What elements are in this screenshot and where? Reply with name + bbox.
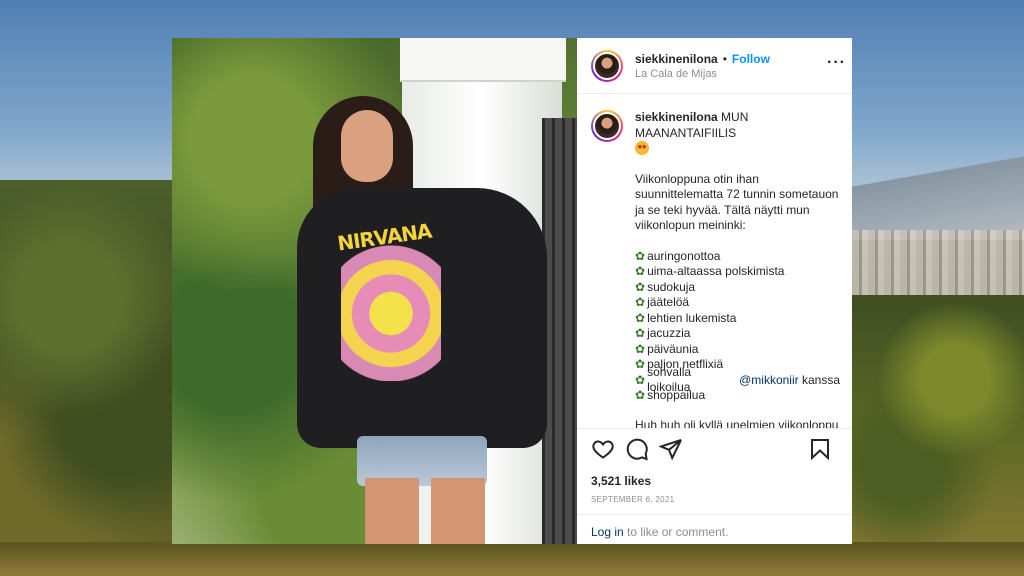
caption-title-line: siekkinenilona MUN MAANANTAIFIILIS	[635, 110, 840, 158]
caption-avatar[interactable]	[591, 110, 623, 142]
list-item: ✿ sohvalla loikoilua @mikkoniir kanssa	[635, 365, 840, 395]
caption-area: siekkinenilona MUN MAANANTAIFIILIS Viiko…	[577, 94, 852, 428]
flower-icon: ✿	[635, 326, 646, 340]
sweater-print	[341, 231, 441, 381]
photo-person: NIRVANA	[297, 96, 547, 544]
list-item: ✿ uima-altaassa polskimista	[635, 264, 840, 280]
caption-body: siekkinenilona MUN MAANANTAIFIILIS Viiko…	[635, 110, 840, 428]
list-item: ✿ sudokuja	[635, 280, 840, 296]
list-item-text: auringonottoa	[647, 248, 721, 263]
caption-username-link[interactable]: siekkinenilona	[635, 110, 718, 124]
list-item: ✿ jacuzzia	[635, 326, 840, 342]
follow-button[interactable]: Follow	[732, 52, 770, 66]
separator-dot: •	[722, 51, 727, 66]
caption-avatar-image	[593, 112, 621, 140]
list-item: ✿ lehtien lukemista	[635, 311, 840, 327]
background-trees-right	[852, 295, 1024, 576]
flower-icon: ✿	[635, 279, 646, 294]
list-item-text: sudokuja	[647, 279, 696, 294]
flower-icon: ✿	[635, 388, 646, 402]
caption-paragraph: Viikonloppuna otin ihan suunnittelematta…	[635, 171, 839, 233]
mention-suffix: kanssa	[801, 372, 840, 387]
post-header: siekkinenilona • Follow La Cala de Mijas…	[577, 38, 852, 94]
login-suffix: to like or comment.	[627, 525, 729, 539]
list-item-text: jäätelöä	[647, 295, 690, 309]
header-top-row: siekkinenilona • Follow	[635, 52, 770, 66]
flower-icon: ✿	[635, 310, 646, 325]
list-item-text: jacuzzia	[647, 326, 691, 340]
flower-icon: ✿	[635, 248, 646, 263]
likes-count[interactable]: 3,521 likes	[577, 468, 852, 488]
background-grass	[0, 542, 1024, 576]
heart-icon[interactable]	[591, 437, 615, 461]
post-side-panel: siekkinenilona • Follow La Cala de Mijas…	[577, 38, 852, 544]
post-photo[interactable]: NIRVANA	[172, 38, 577, 544]
instagram-post: NIRVANA siekkinenilona • Follow La Cala …	[172, 38, 852, 544]
share-icon[interactable]	[659, 437, 683, 461]
avatar[interactable]	[591, 49, 623, 82]
list-item-text: uima-altaassa polskimista	[647, 264, 785, 278]
list-item-text: shoppailua	[647, 388, 706, 402]
person-face	[341, 110, 393, 182]
list-item: ✿ shoppailua	[635, 388, 840, 404]
background-hillside-left	[0, 180, 172, 576]
list-item-text: lehtien lukemista	[647, 310, 737, 325]
comment-icon[interactable]	[625, 437, 649, 461]
login-link[interactable]: Log in	[591, 525, 624, 539]
bookmark-icon[interactable]	[808, 437, 832, 461]
flower-icon: ✿	[635, 372, 646, 387]
mention-link[interactable]: @mikkoniir	[739, 373, 799, 389]
star-struck-emoji-icon	[635, 141, 649, 155]
person-legs	[365, 478, 485, 544]
more-icon[interactable]: ···	[827, 55, 846, 71]
flower-icon: ✿	[635, 264, 646, 278]
flower-icon: ✿	[635, 357, 646, 371]
background-city	[852, 230, 1024, 300]
photo-pillar-cap	[400, 38, 566, 82]
list-item-text: päiväunia	[647, 341, 699, 356]
list-item: ✿ päiväunia	[635, 342, 840, 358]
flower-icon: ✿	[635, 341, 646, 356]
caption-row: siekkinenilona MUN MAANANTAIFIILIS Viiko…	[591, 110, 840, 428]
action-bar	[577, 428, 852, 468]
post-date: SEPTEMBER 6, 2021	[591, 495, 675, 504]
list-item: ✿ jäätelöä	[635, 295, 840, 311]
login-prompt: Log in to like or comment.	[577, 514, 852, 544]
photo-fence	[542, 118, 577, 544]
flower-icon: ✿	[635, 295, 646, 309]
caption-list: ✿ auringonottoa ✿ uima-altaassa polskimist…	[635, 249, 840, 404]
caption-closing: Huh huh oli kyllä unelmien viikonloppu	[635, 417, 839, 429]
username-link[interactable]: siekkinenilona	[635, 52, 718, 66]
background-mountains	[852, 150, 1024, 240]
header-text: siekkinenilona • Follow La Cala de Mijas	[635, 52, 770, 80]
avatar-image	[593, 51, 621, 80]
location-link[interactable]: La Cala de Mijas	[635, 68, 770, 80]
list-item: ✿ auringonottoa	[635, 249, 840, 265]
